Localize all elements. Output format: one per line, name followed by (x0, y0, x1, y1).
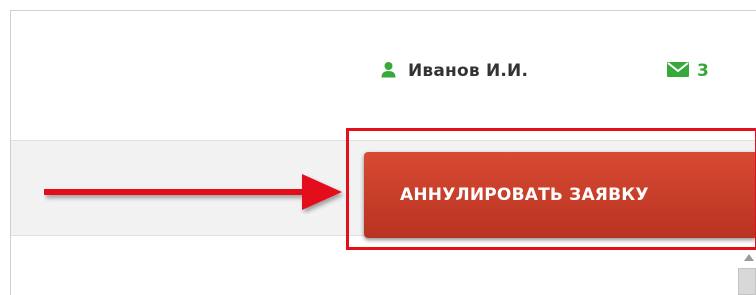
annotation-highlight-box (346, 128, 756, 250)
user-icon (381, 61, 396, 82)
messages-count: 3 (697, 61, 709, 81)
arrow-right-icon (44, 174, 342, 210)
scrollbar-thumb[interactable] (738, 268, 756, 295)
user-menu[interactable]: Иванов И.И. (381, 58, 528, 84)
user-name: Иванов И.И. (408, 61, 529, 81)
envelope-icon (667, 61, 689, 81)
page-header: Иванов И.И. 3 (11, 11, 756, 133)
scroll-up-icon[interactable] (742, 252, 756, 264)
messages-link[interactable]: 3 (667, 58, 709, 84)
